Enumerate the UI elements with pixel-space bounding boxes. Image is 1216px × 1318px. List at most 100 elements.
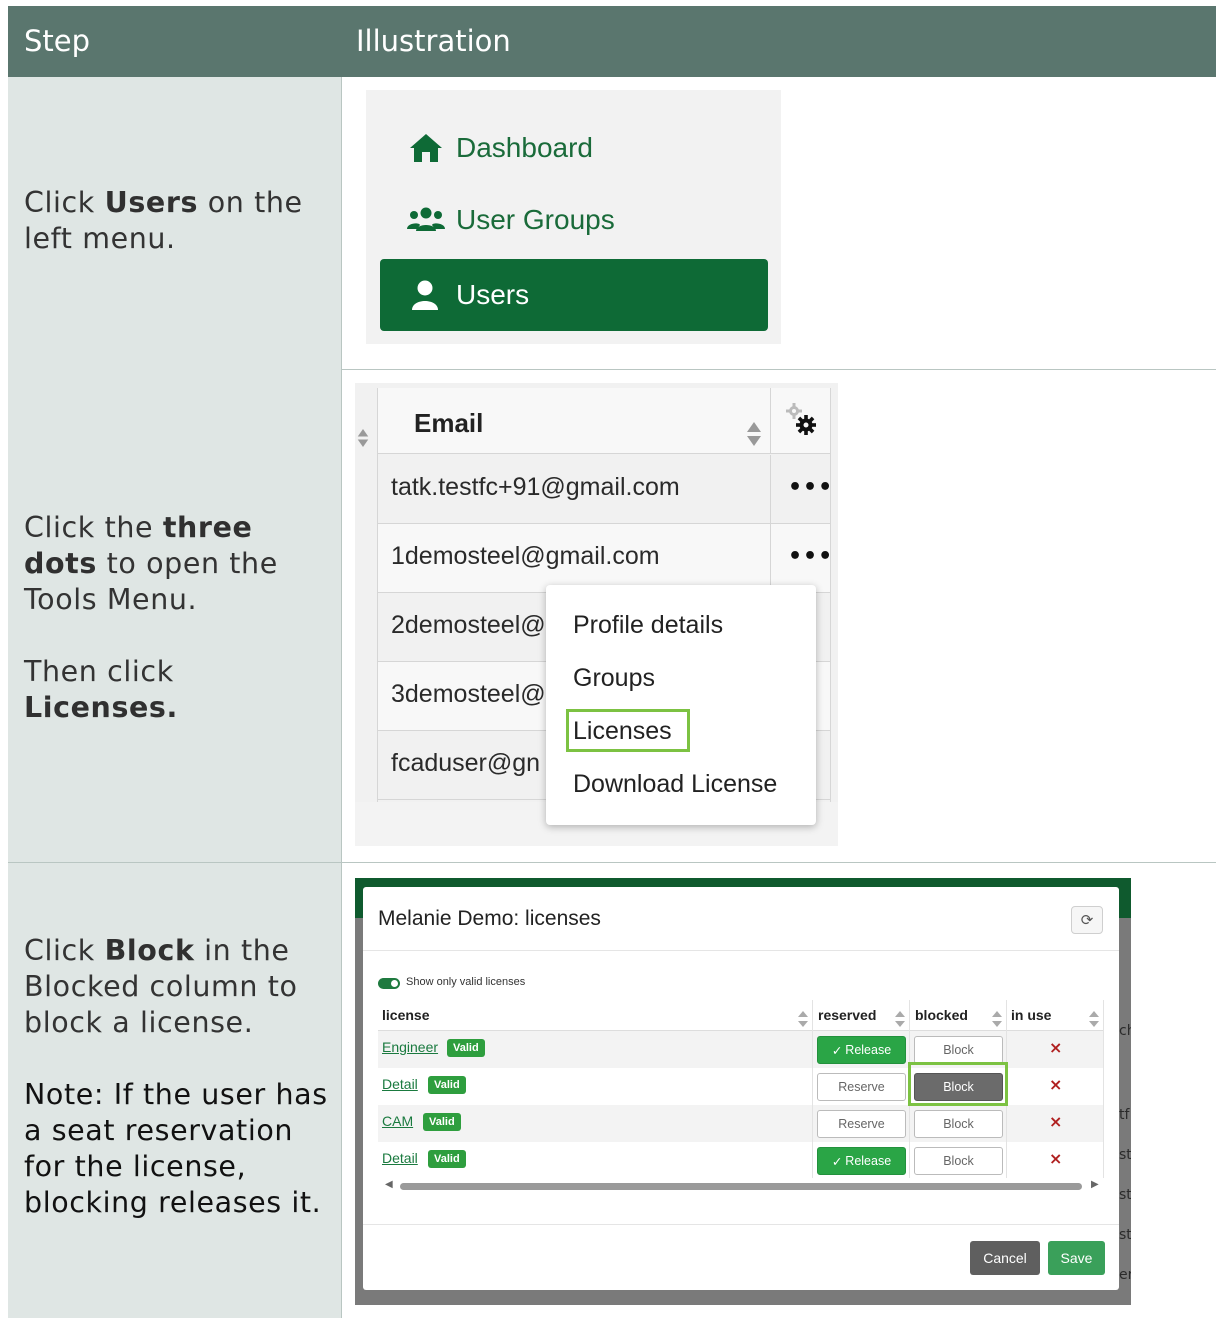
sort-icon[interactable] <box>895 1011 905 1027</box>
email-cell: 3demosteel@ <box>391 680 546 708</box>
check-icon: ✓ <box>831 1154 843 1169</box>
house-icon <box>406 132 446 164</box>
email-cell: 1demosteel@gmail.com <box>391 542 660 570</box>
license-link[interactable]: Engineer <box>382 1039 438 1055</box>
background-text: er <box>1119 1267 1131 1283</box>
table-row[interactable]: tatk.testfc+91@gmail.com <box>378 455 831 524</box>
three-dots-button[interactable]: ••• <box>788 475 833 500</box>
email-cell: tatk.testfc+91@gmail.com <box>391 473 680 501</box>
instruction-paragraph: Click Users on the left menu. <box>24 185 324 257</box>
email-cell: 2demosteel@ <box>391 611 546 639</box>
background-text: tf <box>1119 1107 1130 1123</box>
step-1-text: Click Users on the left menu. <box>24 185 324 257</box>
step-column-header: Step <box>24 24 91 58</box>
table-row: Detail Valid ✓ Release Block × <box>378 1142 1104 1179</box>
email-column-header[interactable]: Email <box>378 388 831 454</box>
background-text: ch <box>1119 1023 1131 1039</box>
reserve-button[interactable]: Reserve <box>817 1110 906 1138</box>
save-button[interactable]: Save <box>1048 1241 1105 1275</box>
column-header-reserved[interactable]: reserved <box>818 1000 876 1030</box>
check-icon: ✓ <box>831 1043 843 1058</box>
sort-icon[interactable] <box>746 421 762 447</box>
gear-icon[interactable] <box>784 401 820 441</box>
button-label: Reserve <box>838 1080 885 1094</box>
block-button[interactable]: Block <box>914 1036 1003 1064</box>
step-3-text: Click Block in the Blocked column to blo… <box>24 933 329 1221</box>
background-text: st <box>1119 1187 1131 1203</box>
menu-item-profile-details[interactable]: Profile details <box>573 611 723 640</box>
instruction-text: Click the <box>24 511 163 544</box>
reserve-button[interactable]: Reserve <box>817 1073 906 1101</box>
button-label: Block <box>943 1117 974 1131</box>
status-badge: Valid <box>447 1039 485 1057</box>
table-row: CAM Valid Reserve Block × <box>378 1105 1104 1142</box>
menu-item-dashboard[interactable]: Dashboard <box>406 132 593 164</box>
row-divider <box>342 369 1216 370</box>
menu-item-label: Dashboard <box>456 132 593 163</box>
scroll-right-icon[interactable]: ▶ <box>1091 1179 1099 1190</box>
divider <box>363 1224 1119 1225</box>
license-link[interactable]: Detail <box>382 1076 418 1092</box>
status-badge: Valid <box>428 1150 466 1168</box>
bold-term: Users <box>104 186 199 219</box>
scrollbar-thumb[interactable] <box>400 1183 1082 1190</box>
release-button[interactable]: ✓ Release <box>817 1147 906 1175</box>
divider <box>770 388 771 454</box>
table-header: Step Illustration <box>8 6 1216 77</box>
not-in-use-icon: × <box>1049 1112 1063 1131</box>
cancel-button[interactable]: Cancel <box>970 1241 1040 1275</box>
menu-item-label: User Groups <box>456 204 615 235</box>
menu-item-users[interactable]: Users <box>380 259 768 331</box>
release-button[interactable]: ✓ Release <box>817 1036 906 1064</box>
sort-icon[interactable] <box>992 1011 1002 1027</box>
table-row[interactable]: 1demosteel@gmail.com <box>378 524 831 593</box>
menu-item-licenses[interactable]: Licenses <box>573 717 672 746</box>
sort-column <box>355 388 378 802</box>
three-dots-button[interactable]: ••• <box>788 544 833 569</box>
divider <box>363 950 1119 951</box>
menu-item-user-groups[interactable]: User Groups <box>406 204 615 236</box>
sort-icon[interactable] <box>798 1011 808 1027</box>
instruction-text: Then click <box>24 655 174 688</box>
license-link[interactable]: CAM <box>382 1113 413 1129</box>
valid-only-toggle[interactable] <box>378 978 400 989</box>
email-cell: fcaduser@gn <box>391 749 541 777</box>
button-label: Block <box>943 1043 974 1057</box>
refresh-button[interactable]: ⟳ <box>1071 906 1103 934</box>
column-header-in-use[interactable]: in use <box>1011 1000 1051 1030</box>
illustration-column-header: Illustration <box>356 24 511 58</box>
menu-item-download-license[interactable]: Download License <box>573 770 777 799</box>
sort-icon[interactable] <box>1089 1011 1099 1027</box>
email-header-label: Email <box>414 408 484 438</box>
note-paragraph: Note: If the user has a seat reservation… <box>24 1078 328 1219</box>
license-link[interactable]: Detail <box>382 1150 418 1166</box>
button-label: Block <box>943 1154 974 1168</box>
status-badge: Valid <box>428 1076 466 1094</box>
bold-term: Block <box>104 934 195 967</box>
divider <box>1103 1000 1104 1178</box>
instruction-text: Click <box>24 186 105 219</box>
status-badge: Valid <box>423 1113 461 1131</box>
not-in-use-icon: × <box>1049 1038 1063 1057</box>
column-header-blocked[interactable]: blocked <box>915 1000 968 1030</box>
button-label: Reserve <box>838 1117 885 1131</box>
user-icon <box>410 279 440 311</box>
column-header-license[interactable]: license <box>382 1000 429 1030</box>
not-in-use-icon: × <box>1049 1149 1063 1168</box>
horizontal-scrollbar[interactable]: ◀ ▶ <box>378 1179 1104 1193</box>
scroll-left-icon[interactable]: ◀ <box>385 1179 393 1190</box>
divider <box>830 388 831 802</box>
left-menu-screenshot: Dashboard User Groups Users <box>366 90 781 344</box>
menu-item-label: Users <box>456 279 530 310</box>
background-text: st <box>1119 1147 1131 1163</box>
sort-icon[interactable] <box>357 428 369 448</box>
block-button[interactable]: Block <box>914 1110 1003 1138</box>
refresh-icon: ⟳ <box>1080 911 1094 929</box>
divider <box>812 1000 813 1178</box>
menu-item-groups[interactable]: Groups <box>573 664 655 693</box>
instruction-paragraph: Then click Licenses. <box>24 654 324 726</box>
instruction-paragraph: Click Block in the Blocked column to blo… <box>24 933 329 1041</box>
block-button[interactable]: Block <box>914 1147 1003 1175</box>
